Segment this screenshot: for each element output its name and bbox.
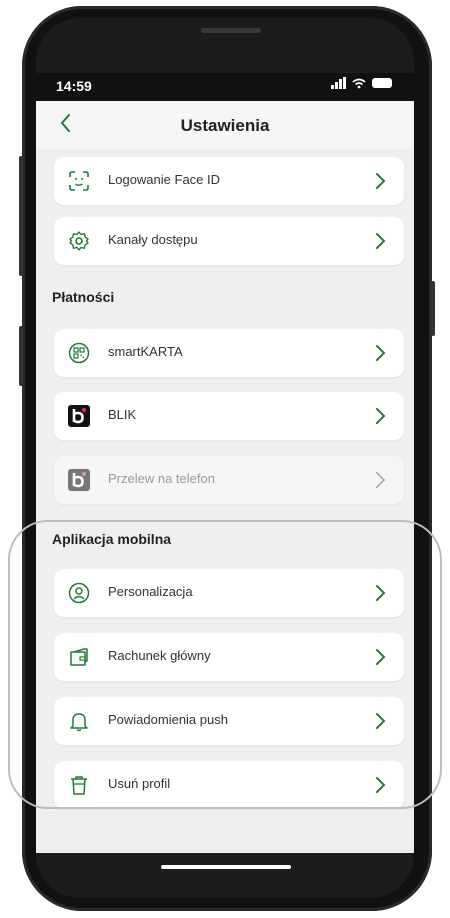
qr-code-icon bbox=[68, 342, 90, 364]
chevron-right-icon bbox=[376, 233, 386, 249]
chevron-right-icon bbox=[376, 345, 386, 361]
settings-item-label: smartKARTA bbox=[108, 344, 183, 359]
gear-icon bbox=[69, 231, 89, 251]
settings-item-label: Logowanie Face ID bbox=[108, 172, 221, 187]
status-bar: 14:59 bbox=[36, 73, 414, 101]
volume-button bbox=[19, 156, 23, 276]
chevron-right-icon bbox=[376, 472, 386, 488]
settings-item-label: BLIK bbox=[108, 407, 137, 422]
settings-item-blik[interactable]: BLIK bbox=[54, 392, 404, 440]
status-time: 14:59 bbox=[56, 78, 92, 94]
highlight-outline bbox=[8, 520, 442, 809]
speaker-notch bbox=[201, 28, 261, 33]
power-button bbox=[431, 281, 435, 336]
battery-icon bbox=[372, 78, 392, 88]
page-title: Ustawienia bbox=[180, 116, 270, 135]
settings-item-smartkarta[interactable]: smartKARTA bbox=[54, 329, 404, 377]
settings-item-phone-transfer[interactable]: Przelew na telefon bbox=[54, 456, 404, 504]
blik-logo-icon bbox=[68, 469, 90, 491]
wifi-icon bbox=[352, 78, 366, 89]
top-bar: Ustawienia bbox=[36, 101, 414, 149]
chevron-right-icon bbox=[376, 173, 386, 189]
settings-item-face-id[interactable]: Logowanie Face ID bbox=[54, 157, 404, 205]
navigation-bar bbox=[36, 853, 414, 898]
settings-item-label: Przelew na telefon bbox=[108, 471, 215, 486]
side-button bbox=[19, 326, 23, 386]
face-id-icon bbox=[69, 171, 89, 191]
blik-logo-icon bbox=[68, 405, 90, 427]
section-title-payments: Płatności bbox=[52, 289, 115, 305]
chevron-right-icon bbox=[376, 408, 386, 424]
home-indicator[interactable] bbox=[161, 865, 291, 869]
settings-item-label: Kanały dostępu bbox=[108, 232, 198, 247]
settings-item-access-channels[interactable]: Kanały dostępu bbox=[54, 217, 404, 265]
status-icons bbox=[331, 77, 392, 89]
signal-icon bbox=[331, 77, 346, 89]
